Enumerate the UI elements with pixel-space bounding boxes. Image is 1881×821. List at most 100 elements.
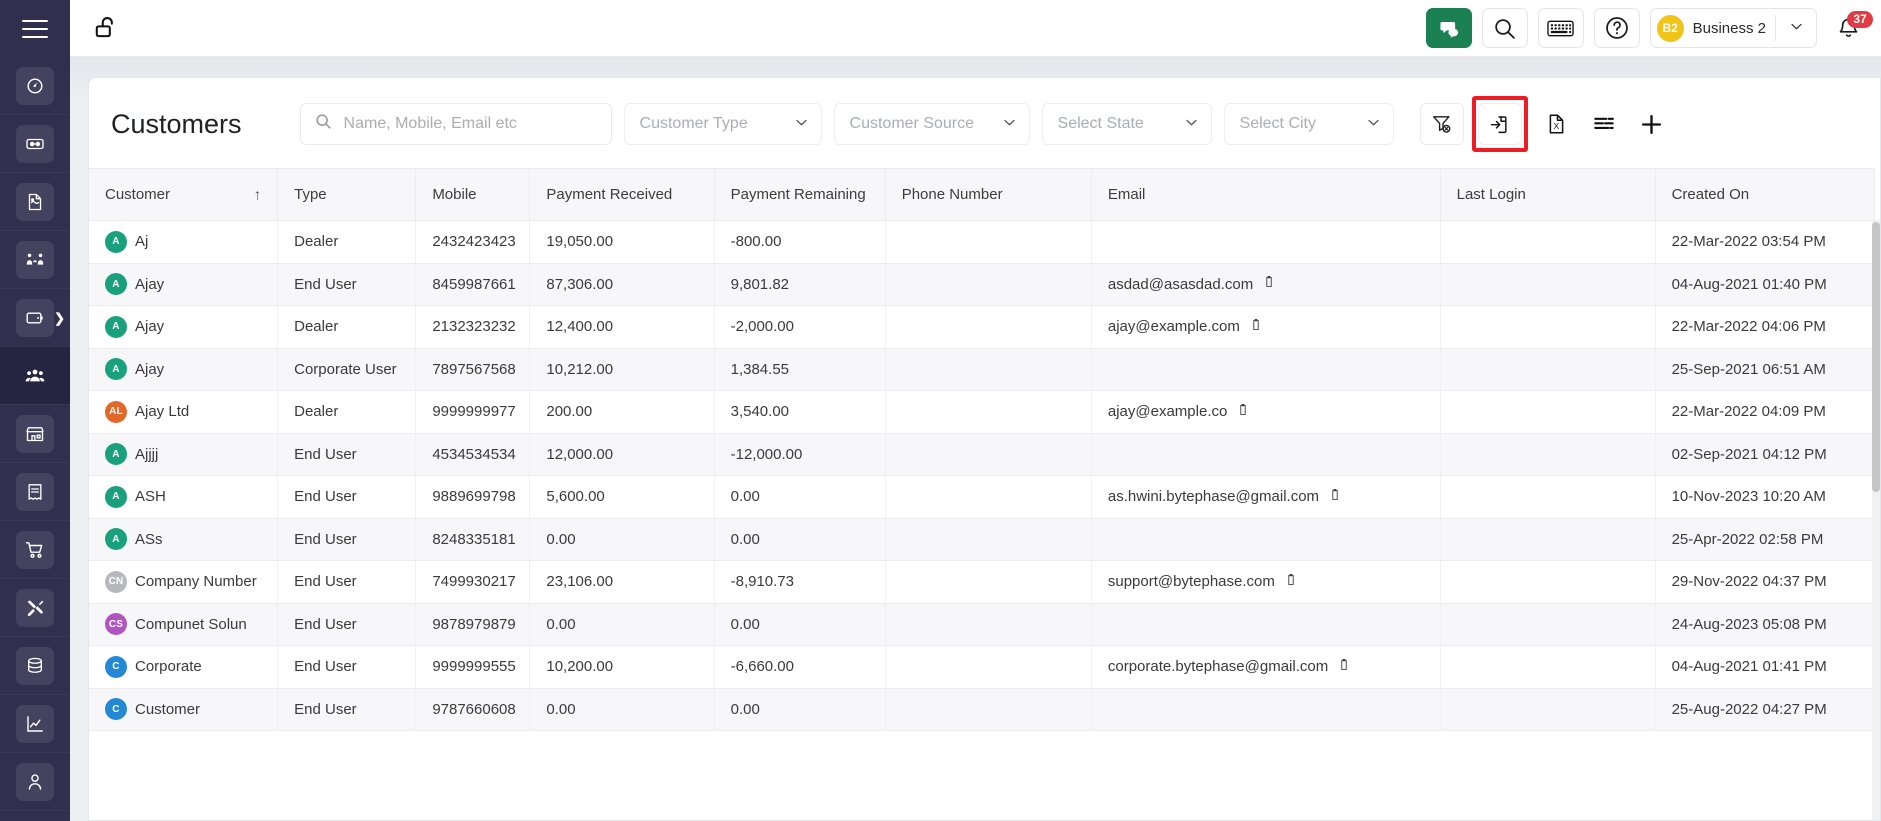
- user-account-icon: [16, 762, 54, 801]
- column-header-phone_number[interactable]: Phone Number: [885, 168, 1092, 221]
- chat-button[interactable]: [1425, 8, 1472, 48]
- copy-icon[interactable]: [525, 573, 529, 591]
- sidebar-item-account[interactable]: [0, 753, 70, 811]
- column-settings-button[interactable]: [1584, 103, 1624, 145]
- column-header-created_on[interactable]: Created On: [1655, 168, 1876, 221]
- column-header-payment_received[interactable]: Payment Received: [529, 168, 715, 221]
- sidebar-item-reports[interactable]: [0, 695, 70, 753]
- customer-source-select[interactable]: Customer Source: [833, 103, 1030, 145]
- chevron-down-icon: [794, 115, 809, 133]
- copy-icon[interactable]: [525, 445, 529, 463]
- sidebar-item-dashboard[interactable]: [0, 57, 70, 115]
- column-header-label: Mobile: [432, 186, 477, 203]
- cell-created-on: 10-Nov-2023 10:20 AM: [1655, 475, 1876, 519]
- state-select[interactable]: Select State: [1041, 103, 1212, 145]
- cell-phone-number: [885, 220, 1092, 264]
- city-select[interactable]: Select City: [1223, 103, 1394, 145]
- cell-last-login: [1440, 560, 1656, 604]
- copy-icon[interactable]: [1249, 318, 1263, 336]
- scrollbar-thumb[interactable]: [1872, 222, 1880, 492]
- avatar: C: [105, 698, 127, 721]
- table-row[interactable]: CS Compunet Solun End User 9878979879 0.00 0.…: [89, 603, 1876, 646]
- copy-icon[interactable]: [1284, 573, 1298, 591]
- cell-payment-received: 87,306.00: [529, 263, 715, 306]
- export-excel-button[interactable]: X: [1536, 103, 1576, 145]
- avatar: A: [105, 528, 127, 551]
- cell-type: Dealer: [277, 220, 417, 264]
- cell-payment-received: 5,600.00: [529, 475, 715, 519]
- table-row[interactable]: C Customer End User 9787660608 0.00 0.00 25-Au…: [89, 688, 1876, 731]
- organization-selector[interactable]: B2 Business 2: [1649, 8, 1817, 48]
- sidebar-item-services[interactable]: [0, 579, 70, 637]
- chevron-down-icon[interactable]: [1785, 19, 1812, 37]
- cell-payment-remaining: 1,384.55: [714, 348, 886, 391]
- table-row[interactable]: A Ajay Corporate User 7897567568 10,212.00 1,…: [89, 348, 1876, 391]
- copy-icon[interactable]: [525, 615, 529, 633]
- table-row[interactable]: A ASs End User 8248335181 0.00 0.00 25-Apr-202…: [89, 518, 1876, 561]
- cell-type: End User: [277, 475, 417, 519]
- sidebar-item-tickets[interactable]: [0, 115, 70, 173]
- copy-icon[interactable]: [1337, 658, 1351, 676]
- sidebar-item-receipts[interactable]: [0, 463, 70, 521]
- search-input[interactable]: [343, 115, 598, 133]
- copy-icon[interactable]: [525, 275, 529, 293]
- table-row[interactable]: CN Company Number End User 7499930217 23,106…: [89, 560, 1876, 604]
- sidebar-toggle[interactable]: [0, 0, 70, 57]
- sidebar-item-customers[interactable]: [0, 347, 70, 405]
- add-customer-button[interactable]: [1632, 103, 1672, 145]
- column-header-payment_remaining[interactable]: Payment Remaining: [714, 168, 886, 221]
- help-button[interactable]: [1593, 8, 1640, 48]
- copy-icon[interactable]: [525, 233, 529, 251]
- copy-icon[interactable]: [525, 700, 529, 718]
- chevron-down-icon: [1184, 115, 1199, 133]
- table-row[interactable]: A Ajay Dealer 2132323232 12,400.00 -2,000.00 a…: [89, 305, 1876, 349]
- sidebar-item-inventory[interactable]: [0, 637, 70, 695]
- sidebar-item-invoices[interactable]: [0, 173, 70, 231]
- table-row[interactable]: AL Ajay Ltd Dealer 9999999977 200.00 3,540.00…: [89, 390, 1876, 434]
- copy-icon[interactable]: [1236, 403, 1250, 421]
- sidebar-item-leads[interactable]: [0, 231, 70, 289]
- column-header-last_login[interactable]: Last Login: [1440, 168, 1656, 221]
- vertical-scrollbar[interactable]: [1872, 220, 1880, 820]
- cell-type: End User: [277, 688, 417, 731]
- customer-type-label: Customer Type: [639, 115, 748, 132]
- table-row[interactable]: A Ajjjj End User 4534534534 12,000.00 -12,000…: [89, 433, 1876, 476]
- arrow-up-icon[interactable]: ↑: [254, 186, 262, 203]
- cell-phone-number: [885, 305, 1092, 349]
- unlocked-padlock-icon[interactable]: [88, 10, 124, 46]
- search-button[interactable]: [1481, 8, 1528, 48]
- page-title: Customers: [111, 108, 242, 139]
- hamburger-menu-icon[interactable]: [22, 19, 48, 38]
- customer-type-select[interactable]: Customer Type: [623, 103, 822, 145]
- sidebar-item-payments[interactable]: ❯: [0, 289, 70, 347]
- copy-icon[interactable]: [525, 318, 529, 336]
- email-value: as.hwini.bytephase@gmail.com: [1107, 488, 1320, 506]
- cell-customer: C Corporate: [89, 645, 279, 689]
- copy-icon[interactable]: [525, 658, 529, 676]
- copy-icon[interactable]: [1328, 488, 1342, 506]
- chevron-right-icon[interactable]: ❯: [54, 311, 65, 324]
- clear-filter-button[interactable]: [1419, 103, 1464, 145]
- sidebar-item-orders[interactable]: [0, 521, 70, 579]
- copy-icon[interactable]: [525, 360, 529, 378]
- copy-icon[interactable]: [1262, 275, 1276, 293]
- keyboard-button[interactable]: [1537, 8, 1584, 48]
- table-row[interactable]: A Aj Dealer 2432423423 19,050.00 -800.00 22-Ma…: [89, 220, 1876, 264]
- copy-icon[interactable]: [525, 488, 529, 506]
- copy-icon[interactable]: [525, 403, 529, 421]
- search-input-wrapper[interactable]: [299, 103, 612, 145]
- customer-name: Corporate: [135, 658, 202, 676]
- sidebar-item-store[interactable]: [0, 405, 70, 463]
- customer-name: Ajjjj: [135, 445, 159, 463]
- import-button[interactable]: [1477, 103, 1522, 145]
- table-row[interactable]: A ASH End User 9889699798 5,600.00 0.00 as.hwi…: [89, 475, 1876, 519]
- table-row[interactable]: C Corporate End User 9999999555 10,200.00 -6,…: [89, 645, 1876, 689]
- column-header-type[interactable]: Type: [277, 168, 417, 221]
- table-row[interactable]: A Ajay End User 8459987661 87,306.00 9,801.82…: [89, 263, 1876, 306]
- avatar: A: [105, 358, 127, 381]
- column-header-email[interactable]: Email: [1091, 168, 1441, 221]
- column-header-customer[interactable]: Customer ↑: [89, 168, 279, 221]
- copy-icon[interactable]: [525, 530, 529, 548]
- notifications-button[interactable]: 37: [1827, 8, 1873, 48]
- column-header-mobile[interactable]: Mobile: [415, 168, 531, 221]
